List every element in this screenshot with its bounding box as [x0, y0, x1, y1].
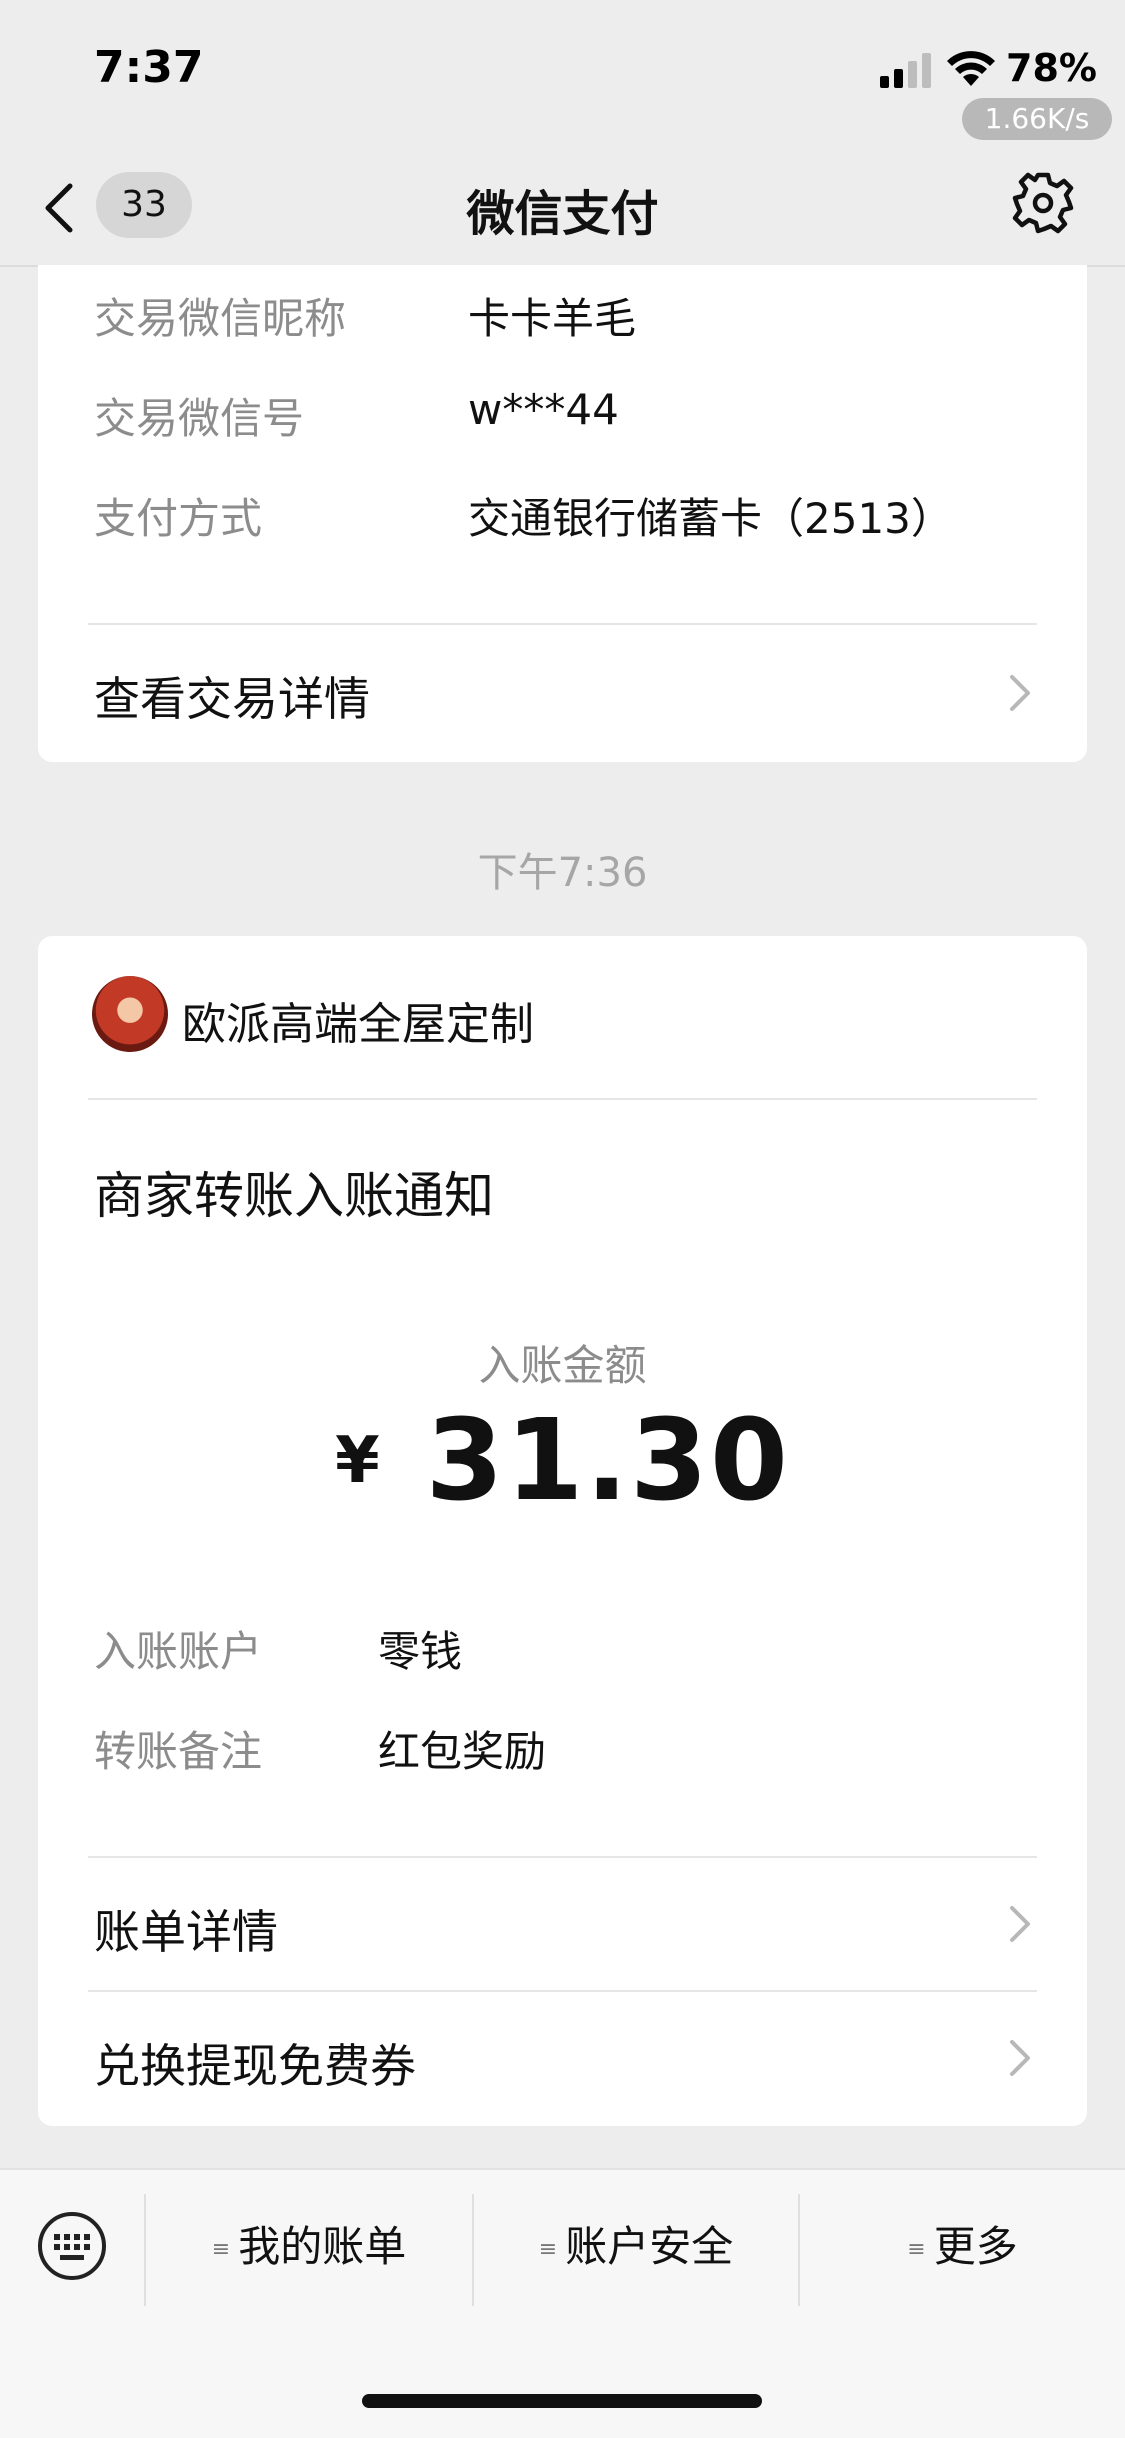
settings-gear-icon[interactable]: [1008, 168, 1078, 238]
notice-title: 商家转账入账通知: [94, 1167, 494, 1225]
info-value: 交通银行储蓄卡（2513）: [468, 494, 953, 543]
info-row-account: 入账账户 零钱: [94, 1618, 462, 1679]
info-value: w***44: [468, 385, 619, 434]
merchant-name[interactable]: 欧派高端全屋定制: [182, 988, 534, 1052]
currency-symbol: ¥: [335, 1424, 380, 1498]
chevron-right-icon: [1010, 1906, 1030, 1942]
menu-label: 账户安全: [565, 2222, 734, 2271]
chevron-right-icon: [1010, 675, 1030, 711]
info-label: 支付方式: [94, 494, 263, 543]
info-value: 红包奖励: [378, 1727, 547, 1776]
view-transaction-details-link[interactable]: 查看交易详情: [38, 627, 1087, 757]
wifi-icon: [947, 51, 995, 86]
info-label: 交易微信昵称: [94, 294, 347, 343]
menu-label: 更多: [933, 2222, 1018, 2271]
info-label: 转账备注: [94, 1727, 263, 1776]
merchant-transfer-card: 欧派高端全屋定制 商家转账入账通知 入账金额 ¥31.30 入账账户 零钱 转账…: [38, 936, 1087, 2126]
cellular-signal-icon: [880, 53, 931, 88]
transaction-info-card: 交易微信昵称 卡卡羊毛 交易微信号 w***44 支付方式 交通银行储蓄卡（25…: [38, 265, 1087, 762]
keyboard-icon[interactable]: [36, 2210, 108, 2282]
home-indicator[interactable]: [362, 2394, 762, 2408]
menu-account-security[interactable]: ≡ 账户安全: [474, 2204, 798, 2290]
amount-label: 入账金额: [478, 1341, 647, 1390]
message-timestamp: 下午7:36: [477, 850, 648, 896]
amount-display: ¥31.30: [38, 1396, 1087, 1526]
amount-value: 31.30: [425, 1396, 790, 1526]
menu-my-bills[interactable]: ≡ 我的账单: [146, 2204, 472, 2290]
info-row-nickname: 交易微信昵称 卡卡羊毛: [94, 285, 636, 346]
menu-list-icon: ≡: [211, 2236, 231, 2262]
info-label: 入账账户: [94, 1627, 263, 1676]
menu-list-icon: ≡: [538, 2236, 558, 2262]
bill-details-link[interactable]: 账单详情: [38, 1858, 1087, 1988]
info-row-wechat-id: 交易微信号 w***44: [94, 385, 619, 446]
info-row-payment-method: 支付方式 交通银行储蓄卡（2513）: [94, 485, 953, 546]
info-row-remark: 转账备注 红包奖励: [94, 1718, 546, 1779]
status-time: 7:37: [94, 42, 204, 93]
menu-more[interactable]: ≡ 更多: [800, 2204, 1125, 2290]
divider: [88, 623, 1037, 625]
info-label: 交易微信号: [94, 394, 305, 443]
info-value: 零钱: [378, 1627, 463, 1676]
battery-percentage: 78%: [1006, 46, 1097, 90]
chevron-right-icon: [1010, 2040, 1030, 2076]
page-title: 微信支付: [466, 186, 659, 242]
link-label: 账单详情: [94, 1905, 278, 1959]
withdrawal-coupon-link[interactable]: 兑换提现免费券: [38, 1992, 1087, 2122]
menu-list-icon: ≡: [907, 2236, 926, 2262]
menu-label: 我的账单: [238, 2222, 407, 2271]
navigation-bar: 33 微信支付: [0, 150, 1125, 267]
divider: [88, 1098, 1037, 1100]
merchant-avatar[interactable]: [92, 976, 168, 1052]
status-bar: 7:37 78% 1.66K/s: [0, 0, 1125, 150]
link-label: 查看交易详情: [94, 672, 370, 726]
network-speed-badge: 1.66K/s: [962, 98, 1112, 140]
link-label: 兑换提现免费券: [94, 2039, 416, 2093]
info-value: 卡卡羊毛: [468, 294, 637, 343]
